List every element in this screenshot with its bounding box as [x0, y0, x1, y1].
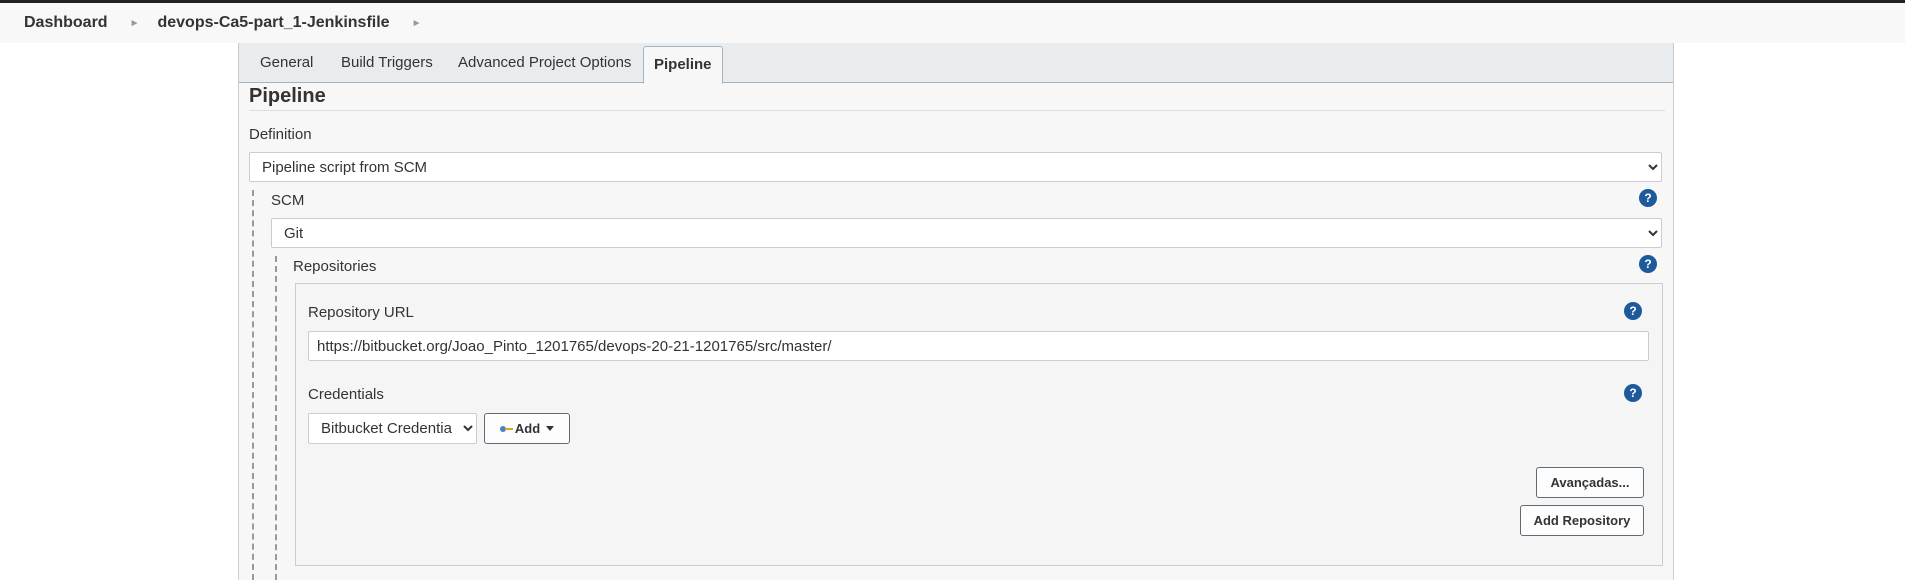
key-icon	[499, 425, 513, 432]
help-icon[interactable]: ?	[1624, 302, 1642, 320]
breadcrumb: Dashboard ► devops-Ca5-part_1-Jenkinsfil…	[0, 3, 1905, 43]
definition-label: Definition	[249, 126, 312, 143]
section-title: Pipeline	[249, 85, 326, 107]
help-icon[interactable]: ?	[1639, 189, 1657, 207]
definition-select[interactable]: Pipeline script from SCM	[249, 152, 1662, 182]
tab-advanced-project-options[interactable]: Advanced Project Options	[458, 43, 631, 83]
chevron-right-icon[interactable]: ►	[412, 18, 422, 29]
nesting-line	[252, 190, 254, 580]
config-tabbar: General Build Triggers Advanced Project …	[239, 43, 1673, 84]
credentials-label: Credentials	[308, 386, 384, 403]
credentials-select[interactable]: Bitbucket Credentials	[308, 413, 477, 444]
repository-entry: Repository URL ? Credentials ? Bitbucket…	[295, 283, 1663, 566]
repository-url-label: Repository URL	[308, 304, 414, 321]
repository-url-input[interactable]	[308, 331, 1649, 361]
add-button-label: Add	[514, 421, 541, 436]
breadcrumb-job[interactable]: devops-Ca5-part_1-Jenkinsfile	[157, 14, 389, 32]
help-icon[interactable]: ?	[1624, 384, 1642, 402]
caret-down-icon	[546, 426, 555, 431]
help-icon[interactable]: ?	[1639, 255, 1657, 273]
repositories-label: Repositories	[293, 258, 377, 275]
add-repository-button[interactable]: Add Repository	[1520, 505, 1644, 536]
scm-label: SCM	[271, 192, 305, 209]
tab-general[interactable]: General	[260, 43, 313, 83]
scm-select[interactable]: Git	[271, 218, 1662, 248]
nesting-line	[275, 256, 277, 580]
advanced-button[interactable]: Avançadas...	[1536, 467, 1644, 498]
config-panel: General Build Triggers Advanced Project …	[238, 43, 1674, 580]
chevron-right-icon[interactable]: ►	[130, 18, 140, 29]
tab-pipeline[interactable]: Pipeline	[643, 46, 723, 84]
breadcrumb-dashboard[interactable]: Dashboard	[24, 14, 108, 32]
section-divider	[249, 110, 1665, 111]
add-credentials-button[interactable]: Add	[484, 413, 570, 444]
tab-build-triggers[interactable]: Build Triggers	[341, 43, 433, 83]
